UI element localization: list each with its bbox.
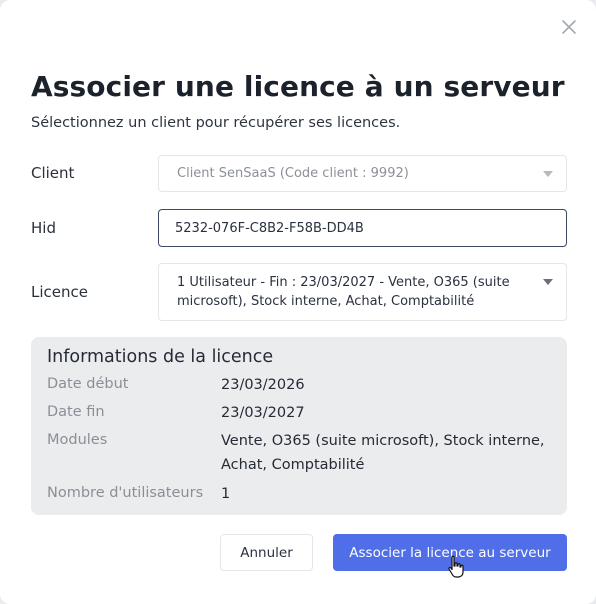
chevron-down-icon <box>543 279 553 285</box>
dialog-title: Associer une licence à un serveur <box>31 70 565 103</box>
licence-info-title: Informations de la licence <box>47 347 274 367</box>
client-label: Client <box>31 164 75 182</box>
info-value-end-date: 23/03/2027 <box>221 405 305 421</box>
hid-label: Hid <box>31 219 56 237</box>
client-select-value: Client SenSaaS (Code client : 9992) <box>177 166 409 181</box>
close-icon <box>562 20 576 34</box>
close-button[interactable] <box>556 14 582 40</box>
info-key-user-count: Nombre d'utilisateurs <box>47 485 204 501</box>
chevron-down-icon <box>543 171 553 177</box>
info-key-start-date: Date début <box>47 376 129 392</box>
hid-input[interactable] <box>159 210 566 246</box>
licence-select-value: 1 Utilisateur - Fin : 23/03/2027 - Vente… <box>177 275 510 309</box>
info-value-modules: Vente, O365 (suite microsoft), Stock int… <box>221 433 545 473</box>
dialog-subtitle: Sélectionnez un client pour récupérer se… <box>31 115 401 131</box>
licence-label: Licence <box>31 283 88 301</box>
hand-pointer-cursor <box>448 555 464 578</box>
licence-info-panel: Informations de la licence Date début 23… <box>31 337 567 515</box>
info-value-user-count: 1 <box>221 486 231 502</box>
info-value-start-date: 23/03/2026 <box>221 377 305 393</box>
hid-field[interactable] <box>158 209 567 247</box>
client-select[interactable]: Client SenSaaS (Code client : 9992) <box>158 155 567 192</box>
info-key-end-date: Date fin <box>47 404 105 420</box>
dialog: Associer une licence à un serveur Sélect… <box>0 0 596 604</box>
licence-select[interactable]: 1 Utilisateur - Fin : 23/03/2027 - Vente… <box>158 263 567 321</box>
info-key-modules: Modules <box>47 432 108 448</box>
cancel-button[interactable]: Annuler <box>220 534 313 571</box>
